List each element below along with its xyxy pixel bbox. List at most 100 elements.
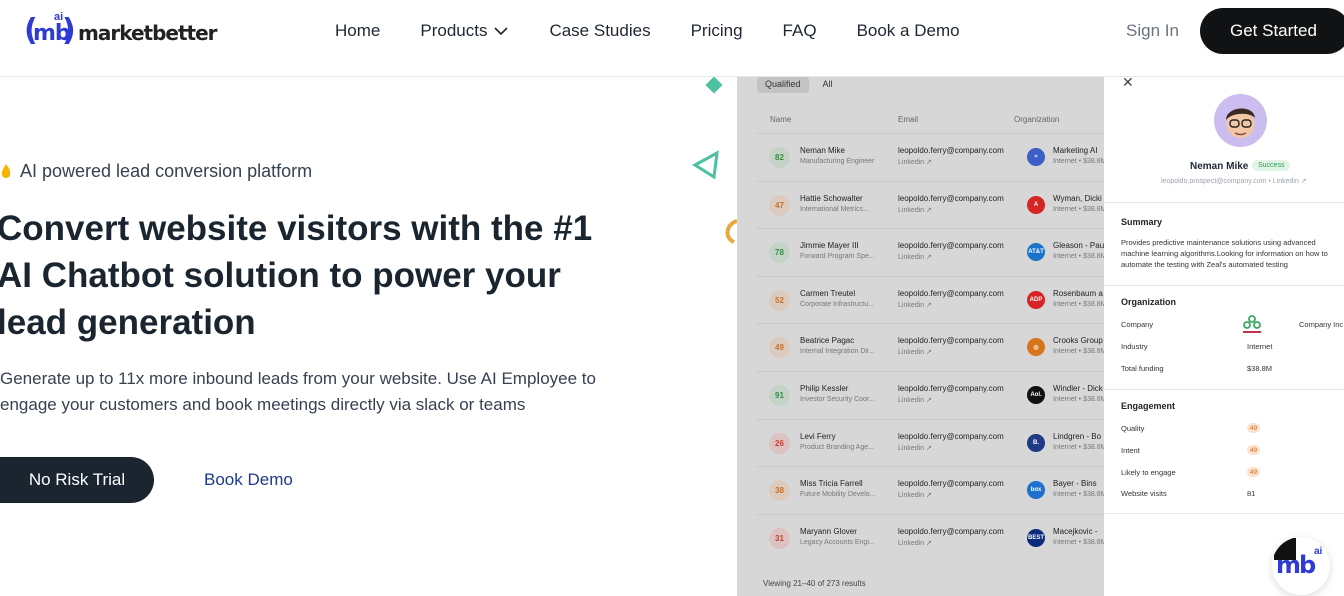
table-row[interactable]: 31 Maryann Glover Legacy Accounts Engi... l… xyxy=(757,513,1104,562)
table-row[interactable]: 78 Jimmie Mayer III Forward Program Spe...… xyxy=(757,228,1104,276)
table-row[interactable]: 82 Neman Mike Manufacturing Engineer leopol… xyxy=(757,133,1104,181)
linkedin-link[interactable]: Linkedin ↗ xyxy=(898,301,932,309)
lead-title: Internal Integration Dir... xyxy=(800,348,875,356)
linkedin-link[interactable]: Linkedin ↗ xyxy=(898,539,932,547)
profile-email-line[interactable]: leopoldo.prospect@company.com • Linkedin… xyxy=(1161,177,1307,185)
table-row[interactable]: 52 Carmen Treutel Corporate Infrastructu..… xyxy=(757,275,1104,324)
lead-email: leopoldo.ferry@company.com xyxy=(898,526,1004,536)
visits-label: Website visits xyxy=(1121,489,1167,498)
table-row[interactable]: 91 Philip Kessler Investor Security Coor..… xyxy=(757,370,1104,419)
chat-widget-button[interactable]: mb ai xyxy=(1272,537,1330,595)
organization-name: Marketing AI xyxy=(1053,146,1098,155)
lead-email: leopoldo.ferry@company.com xyxy=(898,383,1004,393)
lead-email: leopoldo.ferry@company.com xyxy=(898,193,1004,203)
table-row[interactable]: 38 Miss Tricia Farrell Future Mobility Dev… xyxy=(757,466,1104,514)
organization-name: Rosenbaum a xyxy=(1053,288,1103,298)
lead-name: Miss Tricia Farrell xyxy=(800,479,863,489)
nav-case-studies-label: Case Studies xyxy=(549,21,651,40)
no-risk-trial-button[interactable]: No Risk Trial xyxy=(0,457,154,503)
company-logo-icon xyxy=(1243,315,1261,333)
tab-all[interactable]: All xyxy=(815,77,841,93)
table-row[interactable]: 47 Hattie Schowalter International Metrics… xyxy=(757,180,1104,229)
visits-value: 81 xyxy=(1247,489,1256,498)
marketbetter-logo[interactable]: ( mb ) ai marketbetter xyxy=(24,11,218,51)
table-row[interactable]: 49 Beatrice Pagac Internal Integration Dir… xyxy=(757,323,1104,371)
logo-ai-text: ai xyxy=(54,11,64,23)
lead-score: 52 xyxy=(769,289,790,311)
site-header: ( mb ) ai marketbetter Home Products Cas… xyxy=(0,0,1344,77)
linkedin-link[interactable]: Linkedin ↗ xyxy=(898,348,932,356)
linkedin-link[interactable]: Linkedin ↗ xyxy=(898,158,932,166)
nav-book-demo[interactable]: Book a Demo xyxy=(857,21,960,41)
organization-name: Bayer - Bins xyxy=(1053,479,1097,489)
lead-title: Corporate Infrastructu... xyxy=(800,300,874,308)
organization-logo-icon: ≈ xyxy=(1027,148,1045,166)
lead-score: 26 xyxy=(769,432,790,454)
organization-name: Macejkovic - xyxy=(1053,526,1098,536)
organization-details: Internet • $38.8M xyxy=(1053,253,1104,261)
nav-home[interactable]: Home xyxy=(335,21,380,41)
nav-products[interactable]: Products xyxy=(420,21,509,41)
summary-text: Provides predictive maintenance solution… xyxy=(1121,238,1328,269)
profile-name: Neman Mike xyxy=(1190,161,1249,172)
linkedin-link[interactable]: Linkedin ↗ xyxy=(898,444,932,452)
linkedin-link[interactable]: Linkedin ↗ xyxy=(898,491,932,499)
lead-title: Product Branding Age... xyxy=(800,443,874,451)
nav-faq-label: FAQ xyxy=(782,21,817,40)
tab-qualified[interactable]: Qualified xyxy=(757,77,809,93)
organization-name: Lindgren - Bo xyxy=(1053,431,1102,441)
likely-value: 49 xyxy=(1247,467,1260,477)
lead-score: 38 xyxy=(769,480,790,502)
diamond-shape-icon xyxy=(705,76,723,94)
linkedin-link[interactable]: Linkedin ↗ xyxy=(898,206,932,214)
organization-name: Crooks Group xyxy=(1053,336,1103,346)
lead-name: Jimmie Mayer III xyxy=(800,241,859,251)
lead-score: 91 xyxy=(769,384,790,406)
lead-filter-tabs: Qualified All xyxy=(757,77,847,95)
sign-in-link[interactable]: Sign In xyxy=(1126,21,1179,41)
organization-name: Windler - Dick xyxy=(1053,383,1103,393)
organization-details: Internet • $38.8M xyxy=(1053,538,1104,546)
chat-widget-logo: mb xyxy=(1276,551,1316,579)
column-organization: Organization xyxy=(1014,115,1060,124)
industry-value: Internet xyxy=(1247,342,1273,351)
organization-details: Internet • $38.8M xyxy=(1053,491,1104,499)
divider xyxy=(1104,389,1344,390)
lead-email: leopoldo.ferry@company.com xyxy=(898,146,1004,155)
company-label: Company xyxy=(1121,320,1154,329)
avatar-illustration-icon xyxy=(1226,108,1255,138)
lead-name: Beatrice Pagac xyxy=(800,336,855,346)
close-icon[interactable]: ✕ xyxy=(1122,77,1134,91)
lead-email: leopoldo.ferry@company.com xyxy=(898,479,1004,489)
linkedin-link[interactable]: Linkedin ↗ xyxy=(898,396,932,404)
organization-logo-icon: B. xyxy=(1027,433,1045,452)
table-row[interactable]: 26 Levi Ferry Product Branding Age... leopo… xyxy=(757,418,1104,467)
organization-name: Gleason - Pau xyxy=(1053,241,1104,251)
likely-label: Likely to engage xyxy=(1121,468,1176,477)
leads-dashboard-preview: Qualified All Name Email Organization 82… xyxy=(737,77,1104,596)
lead-title: Forward Program Spe... xyxy=(800,253,875,261)
lead-email: leopoldo.ferry@company.com xyxy=(898,336,1004,346)
book-demo-link[interactable]: Book Demo xyxy=(204,470,293,490)
organization-details: Internet • $38.8M xyxy=(1053,300,1104,308)
linkedin-link[interactable]: Linkedin ↗ xyxy=(898,253,932,261)
hero-subtitle: Generate up to 11x more inbound leads fr… xyxy=(0,369,596,414)
divider xyxy=(1104,202,1344,203)
lead-profile-panel: ✕ Neman Mike Success leopoldo.prospect@c… xyxy=(1104,77,1344,596)
lead-score: 47 xyxy=(769,194,790,216)
triangle-shape-icon xyxy=(692,150,719,180)
nav-case-studies[interactable]: Case Studies xyxy=(549,21,650,41)
nav-pricing[interactable]: Pricing xyxy=(691,21,743,41)
hand-icon xyxy=(1,163,11,178)
column-email: Email xyxy=(898,115,919,124)
organization-logo-icon: BEST xyxy=(1027,528,1045,547)
lead-name: Carmen Treutel xyxy=(800,288,856,298)
lead-score: 31 xyxy=(769,527,790,549)
avatar xyxy=(1214,94,1267,147)
nav-faq[interactable]: FAQ xyxy=(783,21,817,41)
divider xyxy=(1104,285,1344,286)
organization-details: Internet • $38.8M xyxy=(1053,348,1104,356)
get-started-button[interactable]: Get Started xyxy=(1200,8,1344,54)
lead-email: leopoldo.ferry@company.com xyxy=(898,288,1004,298)
organization-heading: Organization xyxy=(1121,297,1177,307)
